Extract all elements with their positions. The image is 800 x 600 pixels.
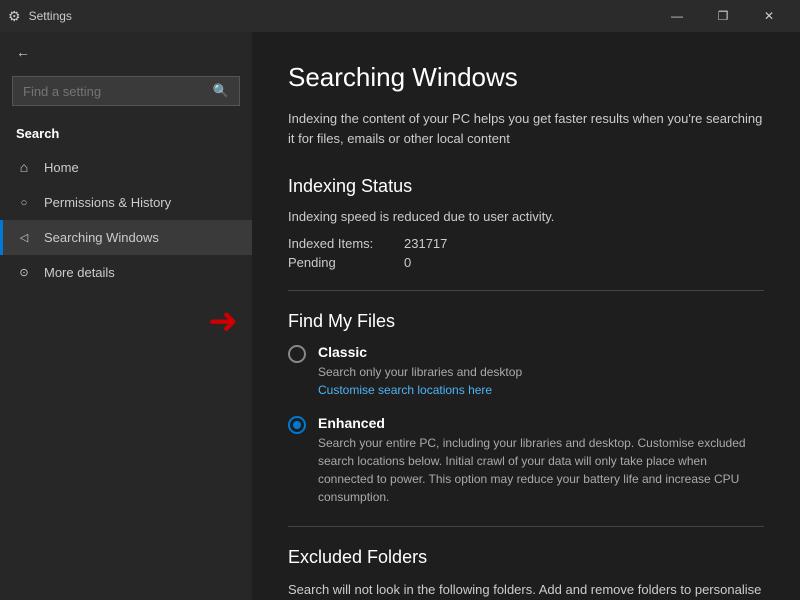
title-bar-title: Settings <box>29 9 72 23</box>
indexed-items-row: Indexed Items: 231717 <box>288 236 764 251</box>
sidebar-item-home[interactable]: ⌂ Home <box>0 149 252 185</box>
intro-text: Indexing the content of your PC helps yo… <box>288 109 764 148</box>
back-arrow-icon: ← <box>16 44 30 60</box>
pending-value: 0 <box>404 255 411 270</box>
sidebar-item-more-details-label: More details <box>44 265 115 280</box>
classic-description: Search only your libraries and desktop <box>318 363 522 381</box>
title-bar: ⚙ Settings — ❐ ✕ <box>0 0 800 32</box>
arrow-indicator: ➜ <box>208 300 238 342</box>
excluded-folders-description: Search will not look in the following fo… <box>288 580 764 600</box>
home-icon: ⌂ <box>16 159 32 175</box>
enhanced-description: Search your entire PC, including your li… <box>318 434 764 506</box>
sidebar-item-more-details[interactable]: ⊙ More details <box>0 255 252 290</box>
classic-radio-circle[interactable] <box>288 345 306 363</box>
classic-radio-option[interactable]: Classic Search only your libraries and d… <box>288 344 764 399</box>
title-bar-controls: — ❐ ✕ <box>654 0 792 32</box>
search-icon: 🔍 <box>213 83 229 99</box>
page-title: Searching Windows <box>288 62 764 93</box>
enhanced-radio-circle[interactable] <box>288 416 306 434</box>
divider-2 <box>288 526 764 527</box>
sidebar-item-permissions-label: Permissions & History <box>44 195 171 210</box>
permissions-icon: ○ <box>16 197 32 209</box>
enhanced-label: Enhanced <box>318 415 764 431</box>
pending-label: Pending <box>288 255 388 270</box>
maximize-button[interactable]: ❐ <box>700 0 746 32</box>
searching-icon: ◁ <box>16 231 32 244</box>
minimize-button[interactable]: — <box>654 0 700 32</box>
enhanced-option-content: Enhanced Search your entire PC, includin… <box>318 415 764 506</box>
sidebar-section-label: Search <box>0 118 252 149</box>
enhanced-radio-option[interactable]: Enhanced Search your entire PC, includin… <box>288 415 764 506</box>
pending-row: Pending 0 <box>288 255 764 270</box>
find-my-files-heading: Find My Files <box>288 311 764 332</box>
sidebar-item-home-label: Home <box>44 160 79 175</box>
indexed-items-label: Indexed Items: <box>288 236 388 251</box>
indexed-items-value: 231717 <box>404 236 447 251</box>
main-content: Searching Windows Indexing the content o… <box>252 32 800 600</box>
indexing-status-heading: Indexing Status <box>288 176 764 197</box>
sidebar-item-permissions-history[interactable]: ○ Permissions & History <box>0 185 252 220</box>
sidebar-item-searching-windows[interactable]: ◁ Searching Windows <box>0 220 252 255</box>
search-box[interactable]: 🔍 <box>12 76 240 106</box>
title-bar-left: ⚙ Settings <box>8 8 72 25</box>
divider-1 <box>288 290 764 291</box>
excluded-folders-heading: Excluded Folders <box>288 547 764 568</box>
close-button[interactable]: ✕ <box>746 0 792 32</box>
settings-icon: ⚙ <box>8 8 21 25</box>
customise-locations-link[interactable]: Customise search locations here <box>318 383 492 397</box>
back-button[interactable]: ← <box>0 32 252 72</box>
sidebar-item-searching-label: Searching Windows <box>44 230 159 245</box>
classic-label: Classic <box>318 344 522 360</box>
indexing-status-text: Indexing speed is reduced due to user ac… <box>288 209 764 224</box>
search-input[interactable] <box>23 84 205 99</box>
more-details-icon: ⊙ <box>16 266 32 279</box>
app-container: ← 🔍 Search ⌂ Home ○ Permissions & Histor… <box>0 32 800 600</box>
classic-option-content: Classic Search only your libraries and d… <box>318 344 522 399</box>
